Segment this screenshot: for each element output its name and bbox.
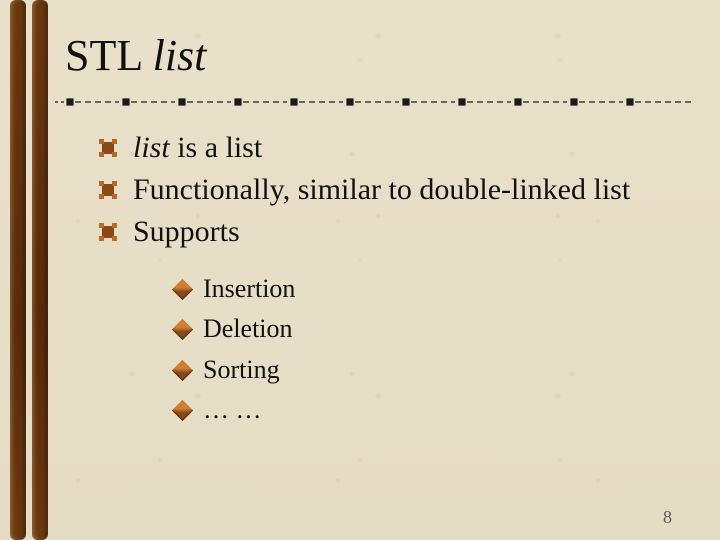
- item-text: Deletion: [203, 314, 293, 343]
- slide-title: STL list: [65, 30, 690, 81]
- page-number: 8: [663, 507, 672, 528]
- list-item: Insertion: [175, 269, 690, 309]
- list-item: Functionally, similar to double-linked l…: [99, 169, 690, 211]
- bullet-list-level2: Insertion Deletion Sorting … …: [175, 269, 690, 430]
- bullet-icon: [99, 181, 117, 199]
- list-item: Supports: [99, 211, 690, 253]
- item-text: Supports: [133, 215, 240, 248]
- title-prefix: STL: [65, 31, 153, 80]
- list-item: list is a list: [99, 127, 690, 169]
- decorative-bar: [10, 0, 26, 540]
- bullet-icon: [172, 359, 193, 380]
- bullet-icon: [99, 223, 117, 241]
- decorative-left-bars: [10, 0, 50, 540]
- bullet-icon: [99, 139, 117, 157]
- list-item: Deletion: [175, 309, 690, 349]
- item-text: … …: [203, 395, 262, 424]
- bullet-icon: [172, 279, 193, 300]
- bullet-icon: [172, 319, 193, 340]
- bullet-icon: [172, 400, 193, 421]
- title-divider: [55, 95, 680, 109]
- decorative-bar: [32, 0, 48, 540]
- item-text: is a list: [170, 131, 263, 164]
- item-italic: list: [133, 131, 170, 164]
- title-italic: list: [153, 31, 207, 80]
- item-text: Sorting: [203, 355, 280, 384]
- bullet-list-level1: list is a list Functionally, similar to …: [99, 127, 690, 253]
- item-text: Insertion: [203, 274, 295, 303]
- list-item: … …: [175, 390, 690, 430]
- slide-content: STL list: [65, 30, 690, 520]
- item-text: Functionally, similar to double-linked l…: [133, 173, 630, 206]
- list-item: Sorting: [175, 350, 690, 390]
